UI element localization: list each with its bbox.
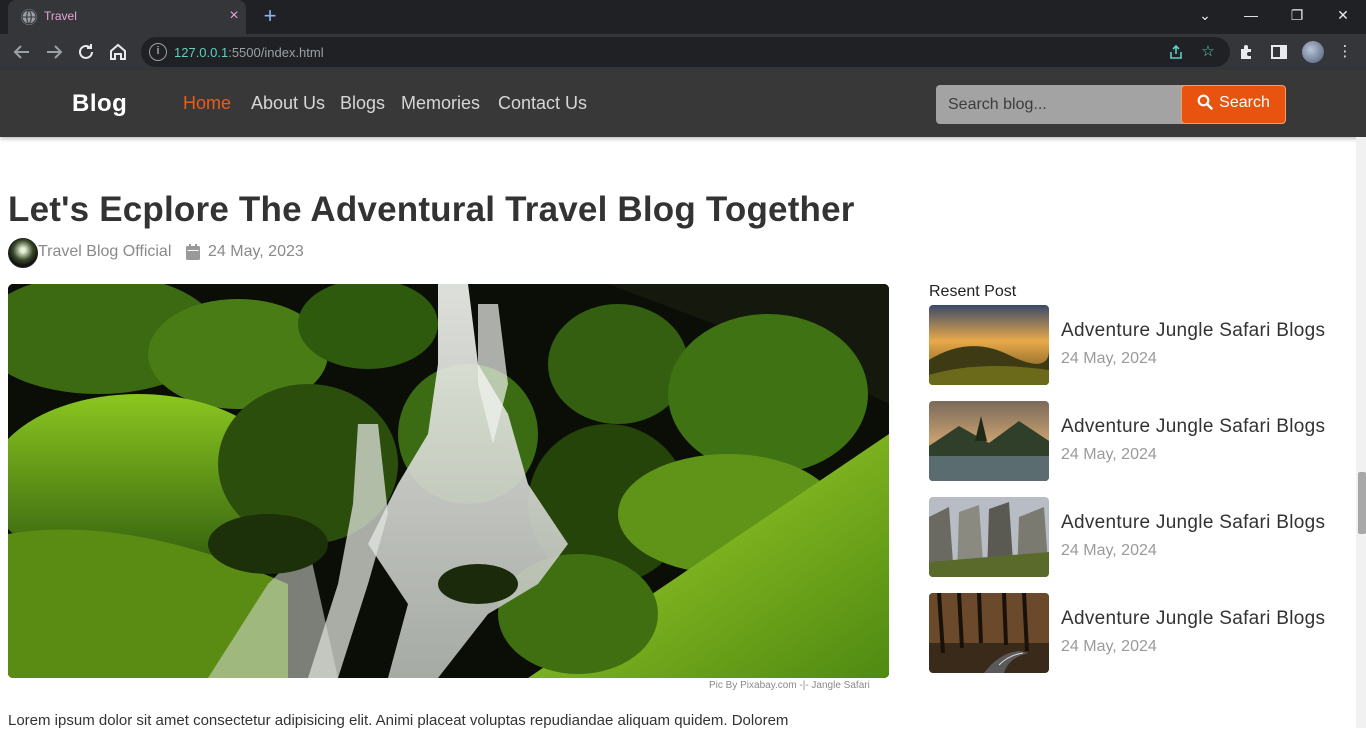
- calendar-icon: [186, 244, 200, 260]
- close-tab-icon[interactable]: ×: [224, 6, 244, 26]
- browser-toolbar: i 127.0.0.1:5500/index.html ☆ ⋮: [0, 34, 1366, 70]
- close-window-button[interactable]: ✕: [1320, 0, 1366, 30]
- recent-post-title[interactable]: Adventure Jungle Safari Blogs: [1061, 608, 1325, 630]
- search-button-label: Search: [1219, 94, 1270, 111]
- address-bar[interactable]: i 127.0.0.1:5500/index.html ☆: [141, 37, 1230, 67]
- post-body: Lorem ipsum dolor sit amet consectetur a…: [8, 712, 789, 729]
- author-name[interactable]: Travel Blog Official: [38, 243, 171, 261]
- side-panel-icon[interactable]: [1268, 41, 1290, 63]
- reload-icon[interactable]: [74, 40, 98, 64]
- site-logo[interactable]: Blog: [72, 90, 127, 118]
- site-navbar: Blog Home About Us Blogs Memories Contac…: [0, 70, 1366, 137]
- page-scrollbar-thumb[interactable]: [1358, 472, 1366, 534]
- new-tab-button[interactable]: +: [258, 4, 282, 28]
- extensions-puzzle-icon[interactable]: [1236, 41, 1258, 63]
- page-scrollbar-track[interactable]: [1356, 137, 1366, 728]
- site-info-icon[interactable]: i: [149, 43, 167, 61]
- search-icon: [1197, 94, 1213, 115]
- image-caption: Pic By Pixabay.com -|- Jangle Safari: [709, 680, 870, 691]
- bookmark-star-icon[interactable]: ☆: [1199, 43, 1217, 61]
- recent-post-thumbnail[interactable]: [929, 593, 1049, 673]
- recent-post-thumbnail[interactable]: [929, 401, 1049, 481]
- url-text: 127.0.0.1:5500/index.html: [174, 45, 324, 60]
- recent-post-thumbnail[interactable]: [929, 305, 1049, 385]
- restore-button[interactable]: ❐: [1274, 0, 1320, 30]
- menu-kebab-icon[interactable]: ⋮: [1334, 41, 1356, 63]
- forward-arrow-icon[interactable]: [42, 40, 66, 64]
- search-button[interactable]: Search: [1181, 85, 1286, 124]
- recent-post-title[interactable]: Adventure Jungle Safari Blogs: [1061, 512, 1325, 534]
- share-icon[interactable]: [1167, 43, 1185, 61]
- search-form: Search: [936, 85, 1286, 124]
- recent-post-item[interactable]: Adventure Jungle Safari Blogs 24 May, 20…: [929, 401, 1349, 481]
- author-avatar: [8, 238, 38, 268]
- minimize-button[interactable]: —: [1228, 0, 1274, 30]
- nav-link-blogs[interactable]: Blogs: [340, 93, 385, 114]
- browser-tab-strip: Travel × + ⌄ — ❐ ✕: [0, 0, 1366, 34]
- nav-link-contact[interactable]: Contact Us: [498, 93, 587, 114]
- nav-link-about[interactable]: About Us: [251, 93, 325, 114]
- recent-post-thumbnail[interactable]: [929, 497, 1049, 577]
- recent-post-item[interactable]: Adventure Jungle Safari Blogs 24 May, 20…: [929, 497, 1349, 577]
- profile-avatar[interactable]: [1302, 41, 1324, 63]
- tab-title: Travel: [44, 9, 77, 23]
- recent-post-item[interactable]: Adventure Jungle Safari Blogs 24 May, 20…: [929, 305, 1349, 385]
- back-arrow-icon[interactable]: [10, 40, 34, 64]
- recent-post-date: 24 May, 2024: [1061, 542, 1157, 559]
- sidebar-title: Resent Post: [929, 283, 1017, 300]
- hero-image: [8, 284, 889, 678]
- home-icon[interactable]: [106, 40, 130, 64]
- globe-icon: [21, 9, 37, 25]
- browser-tab[interactable]: Travel ×: [8, 0, 246, 34]
- search-input[interactable]: [936, 85, 1184, 124]
- tab-search-chevron-icon[interactable]: ⌄: [1182, 0, 1228, 30]
- recent-post-item[interactable]: Adventure Jungle Safari Blogs 24 May, 20…: [929, 593, 1349, 673]
- recent-post-date: 24 May, 2024: [1061, 350, 1157, 367]
- recent-post-date: 24 May, 2024: [1061, 446, 1157, 463]
- post-date: 24 May, 2023: [208, 243, 304, 260]
- recent-post-title[interactable]: Adventure Jungle Safari Blogs: [1061, 416, 1325, 438]
- nav-link-memories[interactable]: Memories: [401, 93, 480, 114]
- recent-post-date: 24 May, 2024: [1061, 638, 1157, 655]
- nav-link-home[interactable]: Home: [183, 93, 231, 114]
- recent-post-title[interactable]: Adventure Jungle Safari Blogs: [1061, 320, 1325, 342]
- post-title: Let's Ecplore The Adventural Travel Blog…: [8, 190, 855, 229]
